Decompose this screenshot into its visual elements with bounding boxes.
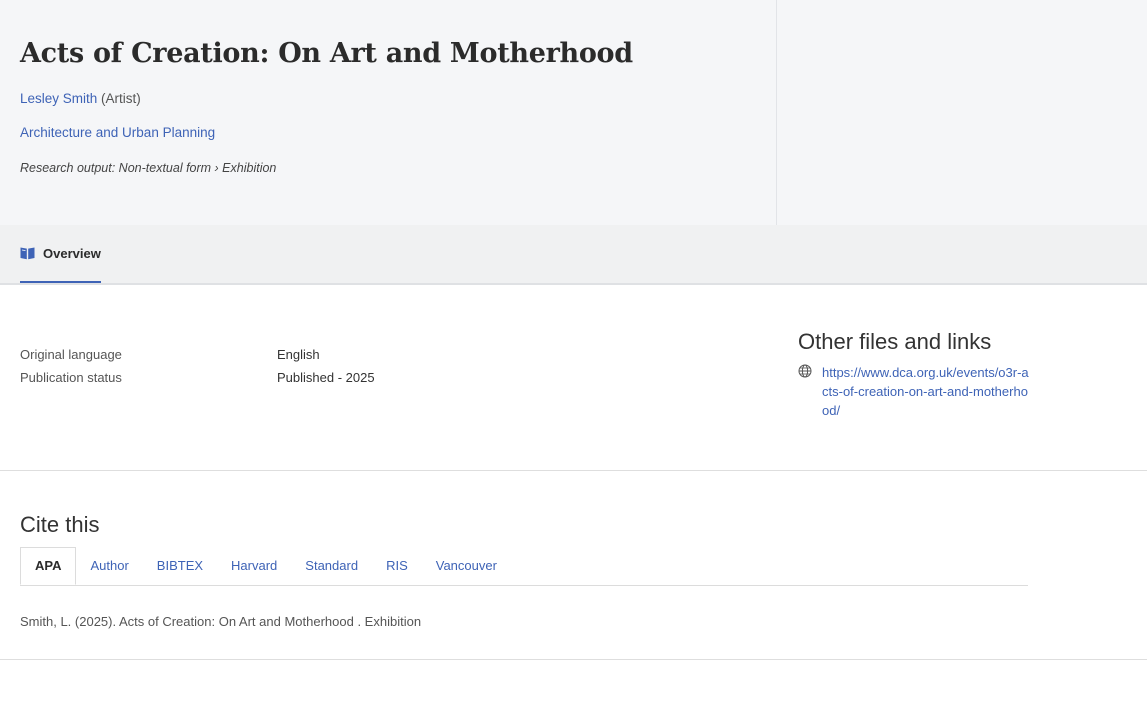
person-link[interactable]: Lesley Smith [20,91,97,106]
tab-overview[interactable]: Overview [20,225,101,283]
cite-tab-apa[interactable]: APA [20,547,77,585]
cite-tab-author[interactable]: Author [76,547,142,585]
metadata-row: Publication status Published - 2025 [20,366,375,389]
page-title: Acts of Creation: On Art and Motherhood [20,38,633,69]
cite-tab-ris[interactable]: RIS [372,547,422,585]
other-files-heading: Other files and links [798,329,992,354]
globe-icon [798,364,812,378]
external-link[interactable]: https://www.dca.org.uk/events/o3r-acts-o… [822,363,1032,420]
metadata-value: English [277,347,320,362]
organisation-line: Architecture and Urban Planning [20,125,215,140]
metadata-table: Original language English Publication st… [20,343,375,389]
section-divider [0,470,1147,471]
cite-tab-bibtex[interactable]: BIBTEX [143,547,217,585]
metadata-key: Publication status [20,370,122,385]
cite-tab-vancouver[interactable]: Vancouver [422,547,511,585]
section-divider [0,659,1147,660]
person-line: Lesley Smith (Artist) [20,91,141,106]
book-icon [20,247,35,260]
tab-bar: Overview [0,225,1147,285]
external-link-item: https://www.dca.org.uk/events/o3r-acts-o… [798,363,1032,420]
metadata-row: Original language English [20,343,375,366]
cite-tab-standard[interactable]: Standard [291,547,372,585]
metadata-key: Original language [20,347,122,362]
cite-tab-list: APA Author BIBTEX Harvard Standard RIS V… [20,547,1028,586]
cite-tab-harvard[interactable]: Harvard [217,547,291,585]
organisation-link[interactable]: Architecture and Urban Planning [20,125,215,140]
person-role: (Artist) [97,91,141,106]
header-side-panel [776,0,1147,225]
metadata-value: Published - 2025 [277,370,375,385]
tab-overview-label: Overview [43,245,101,261]
cite-heading: Cite this [20,512,100,537]
citation-text: Smith, L. (2025). Acts of Creation: On A… [20,614,422,629]
research-output-type: Research output: Non-textual form › Exhi… [20,161,277,175]
